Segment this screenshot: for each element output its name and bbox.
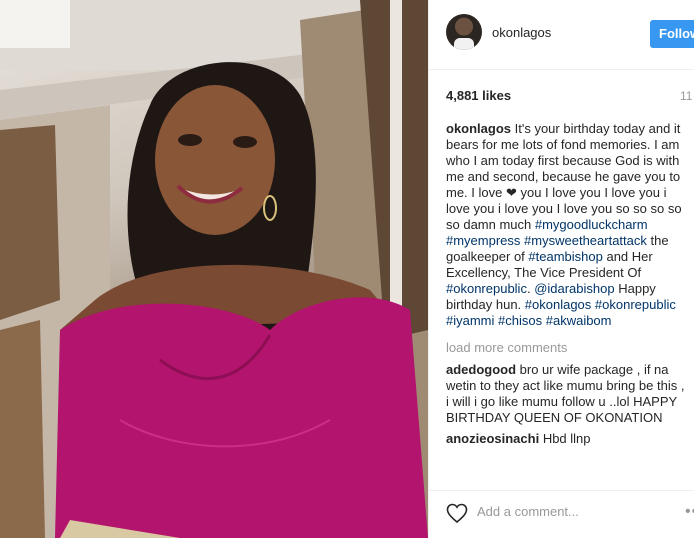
comment-item: anozieosinachi Hbd llnp [446,431,686,447]
post-time[interactable]: 11 [680,89,692,103]
more-options-icon[interactable]: ••• [685,503,694,521]
hashtag-link[interactable]: #chisos [498,313,542,328]
like-heart-icon[interactable] [445,501,469,525]
add-comment-row: Add a comment... ••• [429,490,694,538]
hashtag-link[interactable]: #okonlagos [525,297,592,312]
comment-username[interactable]: adedogood [446,362,516,377]
post-side-panel: okonlagos Follow 4,881 likes 11 okonlago… [428,0,694,538]
likes-count[interactable]: 4,881 likes [446,88,511,103]
portrait-photo [0,0,428,538]
add-comment-input[interactable]: Add a comment... [477,504,579,519]
comment-username[interactable]: anozieosinachi [446,431,539,446]
hashtag-link[interactable]: #akwaibom [546,313,612,328]
post-photo [0,0,428,538]
username-link[interactable]: okonlagos [492,25,551,40]
hashtag-link[interactable]: #okonrepublic [595,297,676,312]
load-more-comments-link[interactable]: load more comments [446,340,686,356]
hashtag-link[interactable]: #iyammi [446,313,494,328]
heart-icon: ❤ [505,185,517,200]
comment-text: Hbd llnp [539,431,591,446]
follow-button[interactable]: Follow [650,20,694,48]
post-header: okonlagos Follow [429,0,694,70]
caption: okonlagos It's your birthday today and i… [446,121,686,329]
mention-link[interactable]: @idarabishop [534,281,614,296]
comment-item: adedogood bro ur wife package , if na we… [446,362,686,426]
hashtag-link[interactable]: #teambishop [528,249,602,264]
avatar[interactable] [446,14,482,50]
comments-list: okonlagos It's your birthday today and i… [446,121,686,452]
caption-username[interactable]: okonlagos [446,121,511,136]
hashtag-link[interactable]: #mysweetheartattack [524,233,647,248]
hashtag-link[interactable]: #myempress [446,233,520,248]
hashtag-link[interactable]: #mygoodluckcharm [535,217,648,232]
hashtag-link[interactable]: #okonrepublic [446,281,527,296]
